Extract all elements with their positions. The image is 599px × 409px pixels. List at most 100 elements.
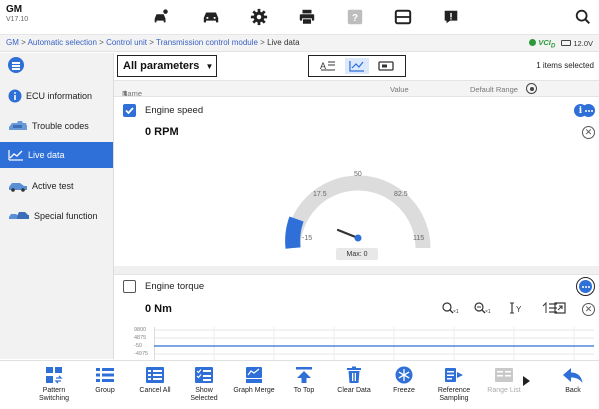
parameter-card-engine-torque: Engine torque 0 Nm ×1 ×1 Y ✕ 9800 4875 -… — [114, 274, 599, 360]
breadcrumb-item[interactable]: Control unit — [106, 38, 147, 47]
more-options-icon[interactable] — [582, 104, 595, 117]
gear-icon[interactable] — [248, 7, 270, 27]
sidebar-item-live-data[interactable]: Live data — [0, 142, 113, 168]
breadcrumb-item[interactable]: Transmission control module — [156, 38, 258, 47]
printer-icon[interactable] — [296, 7, 318, 27]
button-label: Group — [95, 387, 115, 394]
gauge-tick-label: 82.5 — [394, 191, 408, 198]
feedback-icon[interactable] — [440, 7, 462, 27]
more-actions-button[interactable] — [511, 365, 541, 409]
brand: GM V17.10 — [6, 4, 28, 25]
sidebar-item-special-function[interactable]: Special function — [0, 203, 113, 229]
param-checkbox[interactable] — [123, 104, 136, 117]
reference-sampling-button[interactable]: Reference Sampling — [428, 365, 480, 409]
app-version: V17.10 — [6, 16, 29, 23]
vci-label: VCI — [538, 38, 551, 47]
help-icon[interactable]: ? — [344, 7, 366, 27]
cancel-all-button[interactable]: Cancel All — [129, 365, 181, 409]
caret-down-icon: ▼ — [205, 61, 214, 71]
car-icon[interactable] — [200, 7, 222, 27]
gauge-tick-label: 17.5 — [313, 191, 327, 198]
y-tick-label: 4875 — [134, 335, 147, 341]
svg-text:×1: ×1 — [485, 309, 491, 314]
button-label: Back — [565, 387, 581, 394]
sort-icon: ⬍ — [122, 89, 129, 98]
param-checkbox[interactable] — [123, 280, 136, 293]
breadcrumb-item[interactable]: Automatic selection — [28, 38, 97, 47]
graph-view-icon[interactable] — [344, 58, 369, 74]
sidebar: ECU information Trouble codes Live data … — [0, 53, 114, 359]
button-label: Freeze — [393, 387, 415, 394]
breadcrumb-bar: GM > Automatic selection > Control unit … — [0, 35, 599, 52]
breadcrumb-separator: > — [147, 38, 156, 47]
status-area: VCID 12.0V — [529, 38, 593, 50]
battery-voltage: 12.0V — [573, 39, 593, 49]
car-diagnose-icon[interactable] — [150, 7, 172, 27]
menu-toggle-icon[interactable] — [8, 57, 24, 73]
back-button[interactable]: Back — [549, 365, 597, 409]
battery-status: 12.0V — [561, 39, 593, 48]
group-button[interactable]: Group — [79, 365, 131, 409]
top-bar: GM V17.10 ? — [0, 0, 599, 35]
torque-mini-chart — [154, 327, 594, 360]
parameter-select-value: All parameters — [123, 60, 200, 72]
cancel-all-icon — [144, 365, 166, 385]
vci-sub: D — [550, 42, 556, 50]
live-data-toolbar: All parameters ▼ A 1 items selected — [114, 53, 599, 79]
sidebar-item-trouble-codes[interactable]: Trouble codes — [0, 113, 113, 139]
parameter-select[interactable]: All parameters ▼ — [117, 55, 217, 77]
zoom-out-x-icon[interactable]: ×1 — [474, 302, 492, 317]
column-range-header: Default Range — [470, 85, 518, 94]
pattern-switching-button[interactable]: Pattern Switching — [28, 365, 80, 409]
group-icon — [94, 365, 116, 385]
y-axis-scale-icon[interactable]: Y — [509, 302, 525, 317]
close-icon[interactable]: ✕ — [582, 303, 595, 316]
y-tick-label: -4975 — [134, 351, 149, 357]
clear-data-button[interactable]: Clear Data — [328, 365, 380, 409]
card-divider — [114, 266, 599, 274]
text-view-icon[interactable]: A — [316, 58, 340, 74]
snowflake-icon — [393, 365, 415, 385]
breadcrumb-separator: > — [96, 38, 107, 47]
pattern-switch-icon — [43, 365, 65, 385]
graph-merge-button[interactable]: Graph Merge — [228, 365, 280, 409]
graph-merge-icon — [243, 365, 265, 385]
fullscreen-icon[interactable] — [554, 302, 566, 317]
close-icon[interactable]: ✕ — [582, 126, 595, 139]
save-icon[interactable] — [392, 7, 414, 27]
range-settings-icon[interactable] — [526, 83, 537, 94]
breadcrumb-separator: > — [257, 38, 268, 47]
y-tick-label: -50 — [134, 343, 142, 349]
to-top-button[interactable]: To Top — [278, 365, 330, 409]
svg-text:Y: Y — [516, 305, 522, 314]
search-icon[interactable] — [572, 7, 594, 27]
breadcrumb-item[interactable]: GM — [6, 38, 19, 47]
y-tick-label: 9800 — [134, 327, 147, 333]
sidebar-item-label: Trouble codes — [32, 121, 89, 131]
reference-sampling-icon — [443, 365, 465, 385]
freeze-button[interactable]: Freeze — [378, 365, 430, 409]
sidebar-item-label: ECU information — [26, 91, 93, 101]
show-selected-icon — [193, 365, 215, 385]
vci-icon — [529, 39, 537, 46]
breadcrumb-current: Live data — [267, 38, 300, 47]
button-label: To Top — [293, 387, 315, 394]
breadcrumb-separator: > — [18, 38, 28, 47]
sidebar-item-ecu-information[interactable]: ECU information — [0, 83, 113, 109]
button-label: Pattern Switching — [39, 387, 69, 402]
table-header: Name ⬍ Value Default Range — [114, 80, 599, 98]
param-name: Engine torque — [145, 281, 205, 292]
gauge-max-label: 115 — [413, 235, 425, 242]
button-label: Graph Merge — [233, 387, 275, 394]
sidebar-item-active-test[interactable]: Active test — [0, 173, 113, 199]
parameter-card-engine-speed: Engine speed i 0 RPM ✕ -15 17.5 50 82.5 … — [114, 98, 599, 266]
param-value: 0 RPM — [145, 126, 179, 138]
rpm-gauge — [285, 175, 431, 249]
to-top-icon — [293, 365, 315, 385]
bottom-toolbar: Pattern Switching Group Cancel All Show … — [0, 360, 599, 409]
zoom-in-x-icon[interactable]: ×1 — [442, 302, 460, 317]
more-options-icon[interactable] — [576, 277, 595, 296]
param-name: Engine speed — [145, 105, 204, 116]
gauge-view-icon[interactable] — [374, 58, 398, 74]
show-selected-button[interactable]: Show Selected — [178, 365, 230, 409]
